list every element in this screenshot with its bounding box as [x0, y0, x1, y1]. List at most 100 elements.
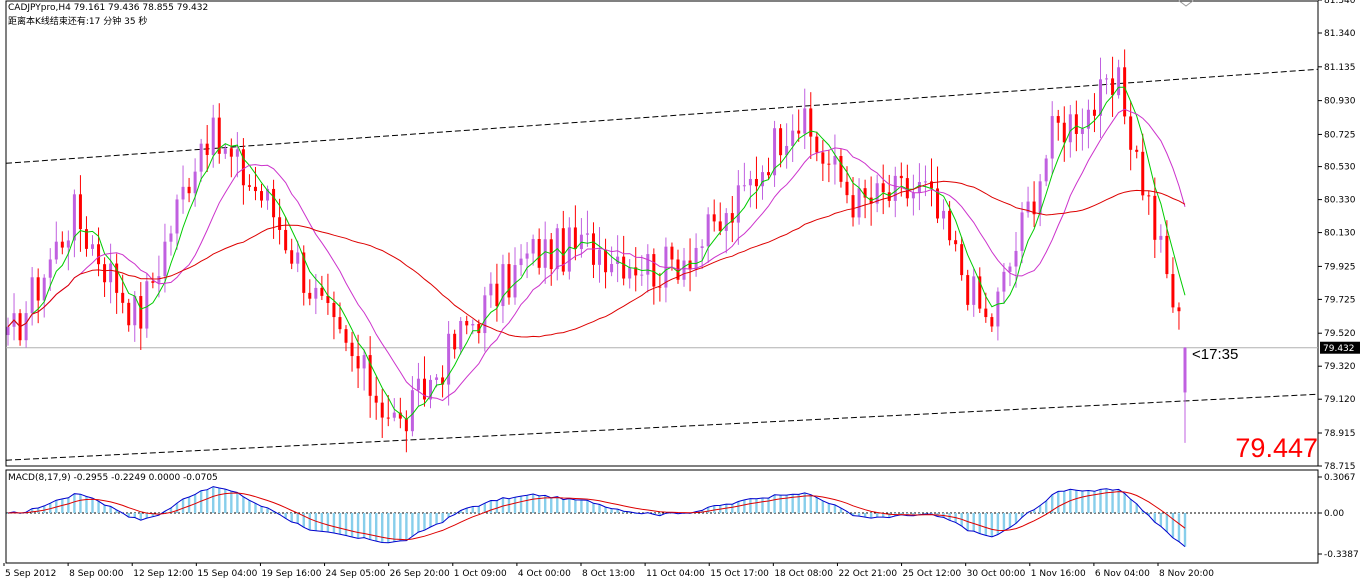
- macd-histogram-bar: [368, 513, 372, 540]
- bar-timer-label: <17:35: [1192, 346, 1239, 363]
- candle-body: [809, 108, 813, 137]
- price-tick-label: 79.520: [1324, 329, 1356, 339]
- macd-histogram-bar: [85, 496, 88, 513]
- macd-histogram-bar: [869, 513, 873, 519]
- candle-body: [435, 377, 439, 380]
- candle-body: [205, 143, 209, 155]
- macd-histogram-bar: [489, 500, 493, 513]
- price-tick-label: 80.725: [1324, 130, 1356, 140]
- candle-body: [338, 317, 342, 330]
- candle-body: [30, 277, 34, 314]
- candle-body: [1080, 128, 1084, 134]
- candle-body: [779, 128, 783, 156]
- candle-body: [241, 149, 245, 186]
- candle-body: [103, 264, 107, 283]
- macd-histogram-bar: [827, 503, 831, 513]
- candle-body: [453, 333, 457, 350]
- candle-body: [960, 244, 964, 276]
- candle-body: [706, 214, 710, 247]
- macd-histogram-bar: [212, 486, 215, 513]
- macd-histogram-bar: [338, 513, 342, 535]
- macd-histogram-bar: [996, 513, 1000, 535]
- candle-body: [966, 275, 970, 305]
- price-tick-label: 78.715: [1324, 462, 1356, 472]
- candle-body: [392, 412, 396, 418]
- candle-body: [416, 378, 420, 391]
- candle-body: [175, 199, 179, 234]
- candle-body: [380, 402, 384, 418]
- macd-histogram-bar: [495, 500, 499, 513]
- candle-body: [344, 329, 348, 343]
- candle-body: [489, 283, 493, 296]
- candle-body: [1068, 114, 1072, 143]
- macd-histogram-bar: [356, 513, 360, 539]
- price-tick-label: 79.320: [1324, 362, 1356, 372]
- macd-histogram-bar: [175, 503, 179, 513]
- candle-body: [640, 274, 644, 276]
- candle-body: [157, 276, 161, 283]
- macd-histogram-bar: [441, 513, 444, 523]
- macd-histogram-bar: [1008, 513, 1012, 528]
- candle-body: [356, 356, 360, 369]
- candle-body: [308, 292, 312, 299]
- chart-window[interactable]: 81.540 81.340 81.135 80.930 80.725 80.530 80.3…: [0, 0, 1366, 583]
- time-tick-label: 18 Oct 08:00: [774, 569, 833, 579]
- macd-histogram-bar: [435, 513, 438, 525]
- candle-body: [278, 217, 282, 230]
- macd-histogram-bar: [604, 507, 607, 513]
- candle-body: [1008, 266, 1012, 272]
- price-chart[interactable]: 81.540 81.340 81.135 80.930 80.725 80.530 80.3…: [0, 0, 1366, 583]
- candle-body: [54, 241, 58, 260]
- price-tick-label: 79.725: [1324, 295, 1356, 305]
- macd-histogram-bar: [296, 513, 299, 524]
- macd-histogram-bar: [477, 506, 480, 513]
- macd-histogram-bar: [308, 513, 311, 531]
- candle-body: [501, 264, 505, 307]
- candle-body: [1117, 67, 1121, 96]
- candle-body: [1044, 158, 1048, 182]
- candle-body: [682, 260, 686, 280]
- candle-body: [839, 155, 843, 182]
- candle-body: [1183, 347, 1187, 393]
- candle-body: [235, 149, 239, 157]
- macd-histogram-bar: [773, 494, 776, 513]
- macd-histogram-bar: [1183, 513, 1187, 547]
- macd-histogram-bar: [1177, 513, 1181, 542]
- macd-histogram-bar: [833, 504, 837, 513]
- macd-histogram-bar: [755, 498, 758, 513]
- candle-body: [229, 148, 233, 157]
- macd-histogram-bar: [187, 497, 191, 513]
- macd-histogram-bar: [230, 491, 233, 513]
- time-tick-label: 19 Sep 16:00: [261, 569, 321, 579]
- macd-histogram-bar: [423, 513, 426, 531]
- macd-histogram-bar: [411, 513, 414, 537]
- time-tick-label: 30 Oct 00:00: [967, 569, 1026, 579]
- macd-histogram-bar: [586, 500, 589, 513]
- macd-histogram-bar: [562, 499, 565, 513]
- macd-histogram-bar: [374, 513, 378, 542]
- candle-body: [923, 181, 927, 183]
- macd-histogram-bar: [1081, 490, 1084, 513]
- candle-body: [531, 239, 535, 254]
- candle-body: [60, 241, 64, 248]
- time-tick-label: 8 Sep 00:00: [69, 569, 124, 579]
- macd-histogram-bar: [550, 497, 553, 513]
- macd-histogram-bar: [145, 513, 149, 519]
- macd-histogram-bar: [79, 494, 82, 513]
- candle-body: [1171, 274, 1175, 308]
- time-tick-label: 1 Nov 16:00: [1031, 569, 1086, 579]
- macd-histogram-bar: [1057, 491, 1060, 513]
- time-tick-label: 25 Oct 12:00: [903, 569, 962, 579]
- candle-body: [72, 194, 76, 241]
- time-tick-label: 22 Oct 21:00: [838, 569, 897, 579]
- macd-histogram-bar: [471, 506, 474, 513]
- time-tick-label: 4 Oct 00:00: [518, 569, 571, 579]
- big-price-label: 79.447: [1235, 433, 1318, 463]
- macd-histogram-bar: [513, 497, 517, 513]
- candle-body: [247, 185, 251, 187]
- macd-histogram-bar: [344, 513, 348, 536]
- macd-histogram-bar: [815, 497, 819, 513]
- price-tick-label: 80.330: [1324, 196, 1356, 206]
- candle-body: [622, 256, 626, 279]
- macd-histogram-bar: [592, 503, 595, 513]
